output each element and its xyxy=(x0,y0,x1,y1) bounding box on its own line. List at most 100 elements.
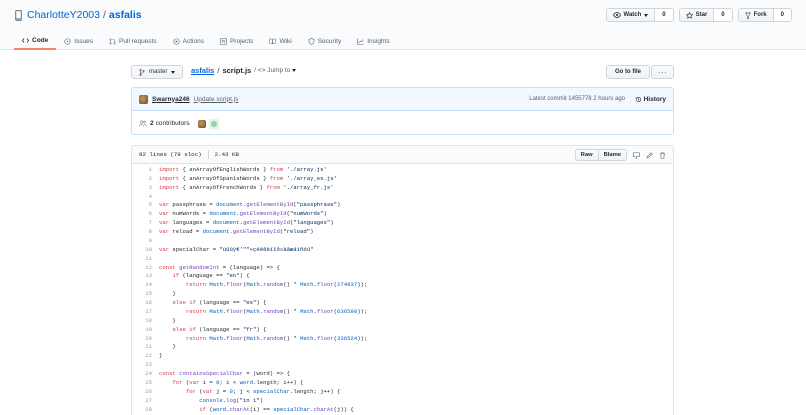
line-number[interactable]: 7 xyxy=(132,219,152,226)
branch-select-button[interactable]: master xyxy=(131,65,184,79)
pencil-icon[interactable] xyxy=(646,151,653,159)
file-button-group: Raw Blame xyxy=(574,149,627,161)
tab-pull-requests[interactable]: Pull requests xyxy=(101,33,165,50)
more-options-button[interactable]: ··· xyxy=(651,65,674,79)
breadcrumb-repo-link[interactable]: asfalis xyxy=(191,66,214,75)
line-code: var passphrase = document.getElementById… xyxy=(159,201,341,209)
latest-commit-box: Swarnya246 Update script.js Latest commi… xyxy=(131,87,674,135)
commit-message-link[interactable]: Update script.js xyxy=(194,96,239,103)
chevron-down-icon xyxy=(644,13,649,17)
line-number[interactable]: 13 xyxy=(132,272,152,279)
line-number[interactable]: 27 xyxy=(132,397,152,404)
line-number[interactable]: 2 xyxy=(132,175,152,182)
raw-button[interactable]: Raw xyxy=(575,150,598,160)
line-code: var reload = document.getElementById("re… xyxy=(159,228,314,236)
code-line: 17 return Math.floor(Math.random() * Mat… xyxy=(132,307,673,316)
go-to-file-button[interactable]: Go to file xyxy=(606,65,650,79)
line-number[interactable]: 9 xyxy=(132,237,152,244)
contributors-label[interactable]: contributors xyxy=(156,120,190,127)
star-icon xyxy=(685,11,693,19)
repo-owner-link[interactable]: CharlotteY2003 xyxy=(27,9,100,21)
repo-title-separator: / xyxy=(102,9,106,21)
line-number[interactable]: 24 xyxy=(132,370,152,377)
code-listing: 1 import { anArrayOfEnglishWords } from '… xyxy=(132,164,673,414)
latest-commit-info[interactable]: Latest commit 1455778 2 hours ago xyxy=(529,96,625,102)
breadcrumb-separator: / xyxy=(217,66,220,75)
contributors-count[interactable]: 2 xyxy=(150,120,154,127)
avatar[interactable] xyxy=(208,118,219,129)
jump-to-button[interactable]: / <> Jump to xyxy=(254,67,297,74)
code-line: 11 xyxy=(132,254,673,263)
commit-author-link[interactable]: Swarnya246 xyxy=(152,96,190,103)
code-line: 8 var reload = document.getElementById("r… xyxy=(132,227,673,236)
watch-button[interactable]: Watch xyxy=(606,9,655,21)
trash-icon[interactable] xyxy=(659,151,666,159)
code-line: 7 var languages = document.getElementById… xyxy=(132,218,673,227)
line-number[interactable]: 16 xyxy=(132,299,152,306)
line-number[interactable]: 8 xyxy=(132,228,152,235)
line-number[interactable]: 5 xyxy=(132,201,152,208)
fork-button[interactable]: Fork xyxy=(738,9,773,21)
line-number[interactable]: 26 xyxy=(132,388,152,395)
history-label: History xyxy=(643,95,666,103)
code-line: 22} xyxy=(132,351,673,360)
line-number[interactable]: 21 xyxy=(132,343,152,350)
tab-code[interactable]: Code xyxy=(14,33,57,50)
repo-name-link[interactable]: asfalis xyxy=(109,9,142,21)
line-code: var languages = document.getElementById(… xyxy=(159,219,334,227)
breadcrumb-file: script.js xyxy=(222,66,252,75)
line-number[interactable]: 23 xyxy=(132,361,152,368)
line-number[interactable]: 10 xyxy=(132,246,152,253)
avatar[interactable] xyxy=(139,94,148,104)
code-line: 3 import { anArrayOfFrenchWords } from '.… xyxy=(132,183,673,192)
line-code: var specialChar = "ùûüÿ€'""«çéèêëïîô»àâæ… xyxy=(159,245,314,253)
desktop-icon[interactable] xyxy=(633,151,640,159)
line-number[interactable]: 11 xyxy=(132,255,152,262)
tab-actions[interactable]: Actions xyxy=(165,33,212,50)
code-line: 21 } xyxy=(132,343,673,352)
line-code: } xyxy=(159,316,176,324)
star-button[interactable]: Star xyxy=(679,9,714,21)
line-number[interactable]: 14 xyxy=(132,281,152,288)
star-label: Star xyxy=(695,12,708,18)
fork-count[interactable]: 0 xyxy=(772,9,791,21)
line-code: var numWords = document.getElementById("… xyxy=(159,210,327,218)
jump-to-label: / <> Jump to xyxy=(254,67,291,74)
tab-insights[interactable]: Insights xyxy=(349,33,397,50)
line-number[interactable]: 3 xyxy=(132,184,152,191)
tab-projects[interactable]: Projects xyxy=(212,33,261,50)
watch-count[interactable]: 0 xyxy=(654,9,673,21)
code-line: 5 var passphrase = document.getElementByI… xyxy=(132,201,673,210)
history-icon xyxy=(635,96,641,102)
code-line: 10 var specialChar = "ùûüÿ€'""«çéèêëïîô»à… xyxy=(132,245,673,254)
line-number[interactable]: 12 xyxy=(132,264,152,271)
code-line: 13 if (language == "en") { xyxy=(132,272,673,281)
tab-wiki[interactable]: Wiki xyxy=(261,33,299,50)
blame-button[interactable]: Blame xyxy=(597,150,626,160)
avatar[interactable] xyxy=(197,119,206,128)
fork-label: Fork xyxy=(753,12,767,18)
history-link[interactable]: History xyxy=(635,96,666,103)
line-code: for (var j = 0; j < specialChar.length; … xyxy=(185,387,341,395)
line-number[interactable]: 20 xyxy=(132,335,152,342)
line-number[interactable]: 4 xyxy=(132,193,152,200)
tab-issues[interactable]: Issues xyxy=(56,33,101,50)
line-code: if (word.charAt(i) == specialChar.charAt… xyxy=(199,405,354,413)
code-line: 2 import { anArrayOfSpanishWords } from '… xyxy=(132,174,673,183)
branch-name: master xyxy=(149,69,168,75)
line-number[interactable]: 18 xyxy=(132,317,152,324)
line-number[interactable]: 25 xyxy=(132,379,152,386)
line-number[interactable]: 19 xyxy=(132,326,152,333)
code-line: 1 import { anArrayOfEnglishWords } from '… xyxy=(132,165,673,174)
line-number[interactable]: 1 xyxy=(132,166,152,173)
line-code: return Math.floor(Math.random() * Math.f… xyxy=(185,334,368,342)
code-line: 14 return Math.floor(Math.random() * Mat… xyxy=(132,280,673,289)
code-line: 15 } xyxy=(132,289,673,298)
star-count[interactable]: 0 xyxy=(713,9,732,21)
line-number[interactable]: 28 xyxy=(132,406,152,413)
line-number[interactable]: 22 xyxy=(132,352,152,359)
line-number[interactable]: 6 xyxy=(132,210,152,217)
line-number[interactable]: 15 xyxy=(132,290,152,297)
tab-security[interactable]: Security xyxy=(300,33,349,50)
line-number[interactable]: 17 xyxy=(132,308,152,315)
